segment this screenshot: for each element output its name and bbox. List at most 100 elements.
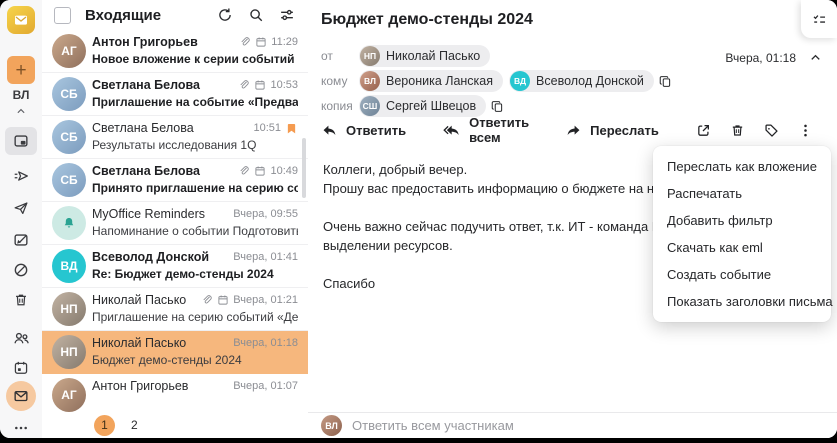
timestamp: 11:29 (271, 36, 298, 48)
subject: Re: Бюджет демо-стенды 2024 (92, 267, 274, 281)
pagination: 1 2 (42, 412, 308, 438)
menu-item[interactable]: Переслать как вложение (653, 153, 831, 180)
avatar: ВЛ (321, 415, 342, 436)
bookmark-flag-icon (285, 122, 298, 135)
filter-icon[interactable] (278, 6, 296, 24)
recipient-name: Всеволод Донской (536, 74, 644, 88)
attachment-icon (239, 36, 251, 48)
sidebar-item-drafts[interactable] (6, 225, 36, 255)
timestamp: Вчера, 09:55 (233, 208, 298, 220)
delete-icon[interactable] (729, 122, 746, 139)
reply-button[interactable]: Ответить (321, 122, 406, 139)
calendar-icon (254, 79, 266, 91)
sender-name: Светлана Белова (92, 121, 194, 135)
subject: Напоминание о событии Подготовить отчет.… (92, 224, 298, 238)
list-item[interactable]: АГ Антон Григорьев 11:29 Новое вложение … (42, 30, 308, 73)
avatar: СШ (360, 96, 380, 116)
avatar: АГ (52, 34, 86, 68)
tag-icon[interactable] (763, 122, 780, 139)
menu-item[interactable]: Добавить фильтр (653, 207, 831, 234)
list-scrollbar[interactable] (302, 138, 306, 198)
quick-reply-bar[interactable]: ВЛ Ответить всем участникам (308, 412, 837, 438)
subject: Приглашение на серию событий «Демо стен.… (92, 310, 298, 324)
avatar: ВД (52, 249, 86, 283)
avatar: СБ (52, 120, 86, 154)
sidebar-item-inbox[interactable] (5, 127, 37, 155)
mail-subject-title: Бюджет демо-стенды 2024 (321, 11, 533, 28)
recipient-name: Сергей Швецов (386, 99, 477, 113)
subject: Результаты исследования 1Q (92, 138, 257, 152)
sidebar-item-calendar[interactable] (6, 353, 36, 383)
kebab-menu-icon[interactable] (797, 122, 814, 139)
user-initials[interactable]: ВЛ (6, 88, 36, 102)
sidebar-item-mail[interactable] (6, 381, 36, 411)
list-item[interactable]: НП Николай Пасько Вчера, 01:18 Бюджет де… (42, 331, 308, 374)
list-item[interactable]: MyOffice Reminders Вчера, 09:55 Напомина… (42, 202, 308, 245)
calendar-icon (254, 165, 266, 177)
timestamp: Вчера, 01:21 (233, 294, 298, 306)
copy-recipients-icon[interactable] (658, 74, 673, 89)
sidebar-item-spam[interactable] (6, 255, 36, 285)
sender-name: Николай Пасько (92, 336, 187, 350)
list-item[interactable]: АГ Антон Григорьев Вчера, 01:07 (42, 374, 308, 412)
select-all-checkbox[interactable] (54, 6, 71, 24)
avatar: НП (52, 335, 86, 369)
context-menu: Переслать как вложение Распечатать Добавит… (653, 146, 833, 322)
chevron-up-icon[interactable] (6, 103, 36, 119)
sender-name: Антон Григорьев (92, 35, 198, 49)
search-icon[interactable] (247, 6, 265, 24)
page-2-button[interactable]: 2 (131, 418, 138, 432)
more-icon[interactable] (6, 413, 36, 438)
sender-name: Светлана Белова (92, 78, 200, 92)
tasks-panel-tab[interactable] (801, 0, 837, 38)
sidebar-item-trash[interactable] (6, 285, 36, 315)
open-in-new-window-icon[interactable] (695, 122, 712, 139)
forward-button[interactable]: Переслать (565, 122, 659, 139)
list-item[interactable]: СБ Светлана Белова 10:51 Результаты иссл… (42, 116, 308, 159)
sidebar-item-outbox[interactable] (6, 161, 36, 191)
message-list-panel: Входящие АГ Антон Григорьев 11:29 Новое … (42, 0, 309, 438)
compose-new-button[interactable]: + (7, 56, 35, 84)
collapse-header-icon[interactable] (808, 50, 823, 65)
timestamp: Вчера, 01:07 (233, 380, 298, 392)
mail-list: АГ Антон Григорьев 11:29 Новое вложение … (42, 30, 308, 412)
menu-item[interactable]: Создать событие (653, 261, 831, 288)
list-item[interactable]: СБ Светлана Белова 10:49 Принято приглаш… (42, 159, 308, 202)
menu-item[interactable]: Показать заголовки письма (653, 288, 833, 315)
refresh-icon[interactable] (216, 6, 234, 24)
sidebar-item-contacts[interactable] (6, 323, 36, 353)
recipient-name: Вероника Ланская (386, 74, 494, 88)
left-rail: + ВЛ (0, 0, 43, 438)
to-label: кому (321, 74, 348, 88)
timestamp: 10:49 (270, 165, 298, 177)
mail-actions-bar: Ответить Ответить всем Переслать (321, 115, 807, 145)
recipient-chip[interactable]: СШ Сергей Швецов (359, 95, 487, 117)
from-label: от (321, 49, 333, 63)
recipient-chip[interactable]: ВД Всеволод Донской (509, 70, 654, 92)
menu-item[interactable]: Распечатать (653, 180, 831, 207)
cc-label: копия (321, 99, 353, 113)
copy-cc-icon[interactable] (490, 99, 505, 114)
recipient-chip[interactable]: НП Николай Пасько (359, 45, 491, 67)
page-1-button[interactable]: 1 (94, 414, 115, 436)
subject: Новое вложение к серии событий «Аналити.… (92, 52, 298, 66)
list-item[interactable]: ВД Всеволод Донской Вчера, 01:41 Re: Бюд… (42, 245, 308, 288)
sidebar-item-sent[interactable] (6, 193, 36, 223)
menu-item[interactable]: Скачать как eml (653, 234, 831, 261)
calendar-icon (217, 294, 229, 306)
recipient-name: Николай Пасько (386, 49, 481, 63)
list-item[interactable]: НП Николай Пасько Вчера, 01:21 Приглашен… (42, 288, 308, 331)
list-item[interactable]: СБ Светлана Белова 10:53 Приглашение на … (42, 73, 308, 116)
attachment-icon (238, 165, 250, 177)
timestamp: Вчера, 01:18 (233, 337, 298, 349)
subject: Бюджет демо-стенды 2024 (92, 353, 242, 367)
sender-name: Всеволод Донской (92, 250, 210, 264)
timestamp: Вчера, 01:41 (233, 251, 298, 263)
sender-name: Светлана Белова (92, 164, 200, 178)
attachment-icon (238, 79, 250, 91)
recipient-chip[interactable]: ВЛ Вероника Ланская (359, 70, 504, 92)
sender-name: MyOffice Reminders (92, 207, 205, 221)
list-header: Входящие (42, 0, 308, 30)
reply-all-button[interactable]: Ответить всем (442, 115, 529, 145)
bell-icon (61, 215, 77, 231)
